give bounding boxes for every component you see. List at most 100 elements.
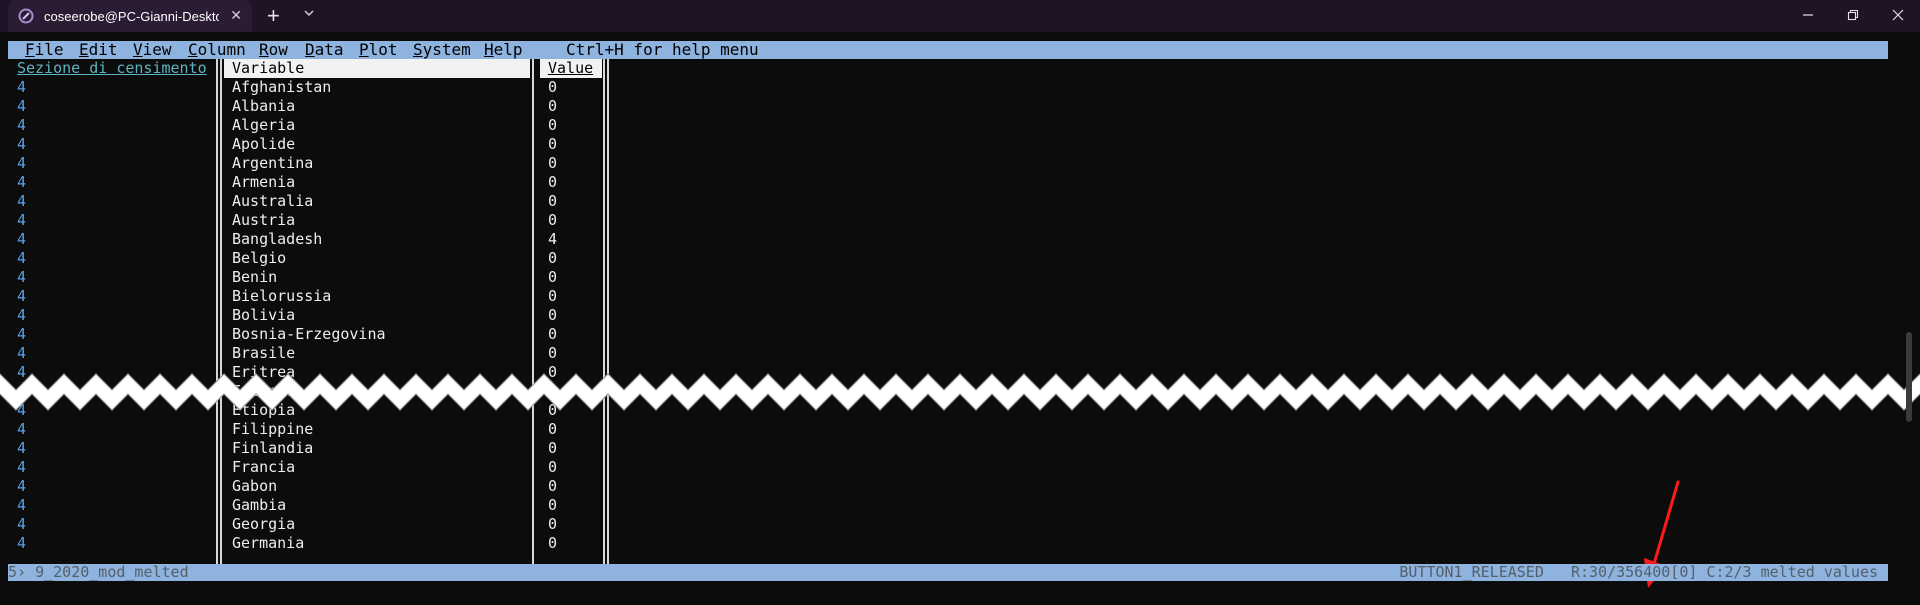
table-row[interactable]: 4 Apolide 0: [0, 135, 1920, 154]
row-variable-cell: Algeria: [232, 116, 296, 134]
row-variable-cell: Francia: [232, 458, 296, 476]
row-variable-cell: Armenia: [232, 173, 296, 191]
row-value-cell: 0: [548, 458, 558, 476]
row-variable-cell: Finlandia: [232, 439, 314, 457]
menu-item-help[interactable]: Help: [484, 41, 523, 59]
row-value-cell: 0: [548, 515, 558, 533]
column-header-sezione[interactable]: Sezione di censimento: [17, 59, 207, 78]
row-value-cell: 0: [548, 477, 558, 495]
window-titlebar: coseerobe@PC-Gianni-Deskto ✕ +: [0, 0, 1920, 32]
status-position: R:30/356400[0] C:2/3 melted values: [1570, 563, 1878, 581]
row-sezione-cell: 4: [17, 154, 27, 172]
row-variable-cell: Argentina: [232, 154, 314, 172]
menu-item-column[interactable]: Column: [188, 41, 246, 59]
row-value-cell: 0: [548, 268, 558, 286]
terminal-pane[interactable]: File Edit View Column Row Data Plot Syst…: [0, 32, 1920, 605]
row-variable-cell: Benin: [232, 268, 278, 286]
row-sezione-cell: 4: [17, 268, 27, 286]
row-variable-cell: Germania: [232, 534, 305, 552]
menu-item-row[interactable]: Row: [259, 41, 288, 59]
command-prompt[interactable]: 5› 9_2020_mod_melted: [8, 564, 189, 581]
minimize-icon[interactable]: [1800, 7, 1816, 23]
tab-title: coseerobe@PC-Gianni-Deskto: [44, 8, 219, 24]
scrollbar[interactable]: [1906, 332, 1912, 422]
row-variable-cell: Filippine: [232, 420, 314, 438]
table-row[interactable]: 4 Austria 0: [0, 211, 1920, 230]
menu-item-plot[interactable]: Plot: [359, 41, 398, 59]
row-variable-cell: Bielorussia: [232, 287, 332, 305]
close-window-icon[interactable]: [1890, 7, 1906, 23]
row-sezione-cell: 4: [17, 249, 27, 267]
row-sezione-cell: 4: [17, 173, 27, 191]
row-variable-cell: Bangladesh: [232, 230, 323, 248]
row-variable-cell: Australia: [232, 192, 314, 210]
menu-item-view[interactable]: View: [133, 41, 172, 59]
status-bar: 5› 9_2020_mod_melted BUTTON1_RELEASED R:…: [8, 564, 1888, 581]
row-sezione-cell: 4: [17, 211, 27, 229]
row-sezione-cell: 4: [17, 230, 27, 248]
table-row[interactable]: 4 Afghanistan 0: [0, 78, 1920, 97]
table-row[interactable]: 4 Argentina 0: [0, 154, 1920, 173]
table-row[interactable]: 4 Bolivia 0: [0, 306, 1920, 325]
row-sezione-cell: 4: [17, 116, 27, 134]
row-value-cell: 0: [548, 534, 558, 552]
row-value-cell: 0: [548, 192, 558, 210]
torn-edge: [0, 373, 1920, 411]
row-variable-cell: Albania: [232, 97, 296, 115]
row-variable-cell: Bolivia: [232, 306, 296, 324]
row-sezione-cell: 4: [17, 78, 27, 96]
tab-close-icon[interactable]: ✕: [230, 7, 242, 24]
restore-icon[interactable]: [1845, 7, 1861, 23]
row-sezione-cell: 4: [17, 534, 27, 552]
row-value-cell: 0: [548, 154, 558, 172]
row-value-cell: 0: [548, 325, 558, 343]
row-sezione-cell: 4: [17, 306, 27, 324]
row-value-cell: 0: [548, 97, 558, 115]
chevron-down-icon[interactable]: [302, 6, 316, 20]
column-header-variable[interactable]: Variable: [224, 59, 530, 78]
table-row[interactable]: 4 Filippine 0: [0, 420, 1920, 439]
row-sezione-cell: 4: [17, 135, 27, 153]
status-event: BUTTON1_RELEASED: [1399, 563, 1544, 581]
row-sezione-cell: 4: [17, 439, 27, 457]
row-sezione-cell: 4: [17, 515, 27, 533]
row-value-cell: 0: [548, 78, 558, 96]
row-sezione-cell: 4: [17, 97, 27, 115]
row-variable-cell: Apolide: [232, 135, 296, 153]
row-variable-cell: Afghanistan: [232, 78, 332, 96]
row-value-cell: 0: [548, 287, 558, 305]
row-variable-cell: Belgio: [232, 249, 287, 267]
new-tab-button[interactable]: +: [267, 4, 280, 28]
row-variable-cell: Austria: [232, 211, 296, 229]
row-variable-cell: Gabon: [232, 477, 278, 495]
row-value-cell: 0: [548, 249, 558, 267]
row-value-cell: 0: [548, 211, 558, 229]
table-row[interactable]: 4 Bosnia-Erzegovina 0: [0, 325, 1920, 344]
table-row[interactable]: 4 Australia 0: [0, 192, 1920, 211]
row-sezione-cell: 4: [17, 325, 27, 343]
table-row[interactable]: 4 Francia 0: [0, 458, 1920, 477]
row-value-cell: 0: [548, 496, 558, 514]
row-value-cell: 0: [548, 439, 558, 457]
menu-item-system[interactable]: System: [413, 41, 471, 59]
table-row[interactable]: 4 Armenia 0: [0, 173, 1920, 192]
menu-item-edit[interactable]: Edit: [79, 41, 118, 59]
menu-bar: File Edit View Column Row Data Plot Syst…: [8, 41, 1888, 59]
table-row[interactable]: 4 Albania 0: [0, 97, 1920, 116]
table-row[interactable]: 4 Bielorussia 0: [0, 287, 1920, 306]
row-variable-cell: Georgia: [232, 515, 296, 533]
terminal-tab[interactable]: coseerobe@PC-Gianni-Deskto ✕: [8, 0, 252, 32]
table-row[interactable]: 4 Benin 0: [0, 268, 1920, 287]
row-variable-cell: Gambia: [232, 496, 287, 514]
column-header-value[interactable]: Value: [540, 59, 602, 78]
table-row[interactable]: 4 Finlandia 0: [0, 439, 1920, 458]
table-row[interactable]: 4 Bangladesh 4: [0, 230, 1920, 249]
menu-item-data[interactable]: Data: [305, 41, 344, 59]
status-info: BUTTON1_RELEASED R:30/356400[0] C:2/3 me…: [1399, 564, 1878, 581]
menu-item-file[interactable]: File: [25, 41, 64, 59]
row-sezione-cell: 4: [17, 477, 27, 495]
table-row[interactable]: 4 Belgio 0: [0, 249, 1920, 268]
row-value-cell: 0: [548, 116, 558, 134]
row-variable-cell: Bosnia-Erzegovina: [232, 325, 386, 343]
table-row[interactable]: 4 Algeria 0: [0, 116, 1920, 135]
